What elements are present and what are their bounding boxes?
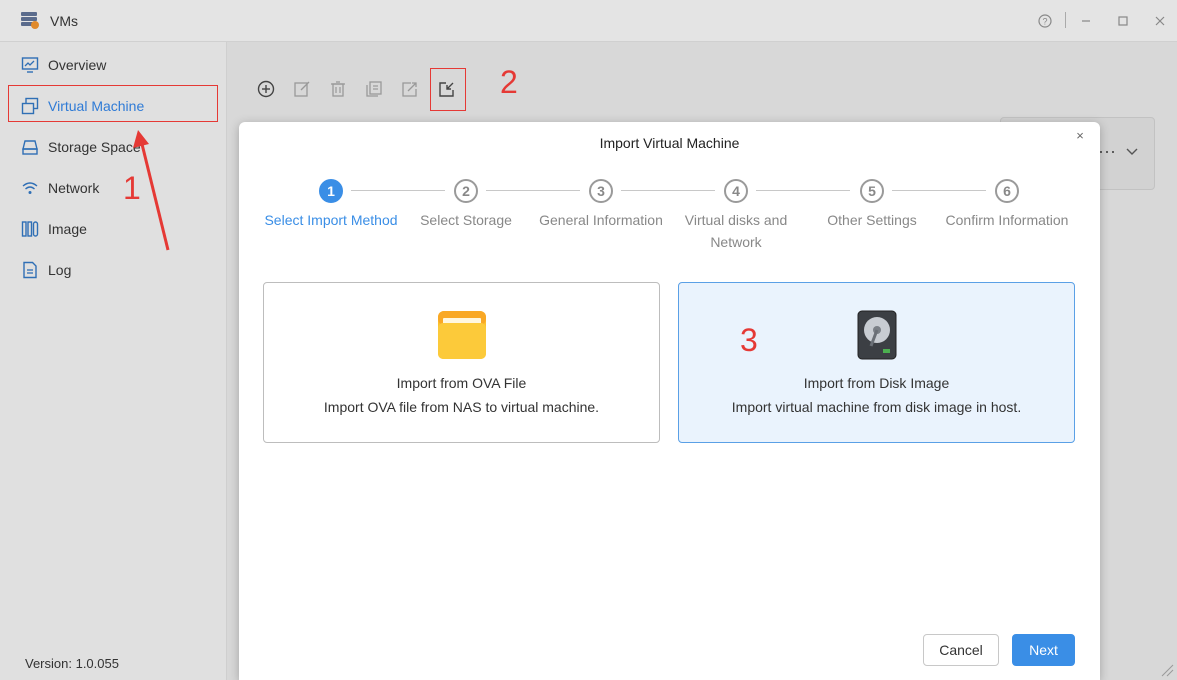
step-6-circle: 6: [995, 179, 1019, 203]
step-6-label: Confirm Information: [945, 212, 1069, 228]
svg-text:?: ?: [1042, 17, 1047, 27]
wifi-icon: [22, 182, 38, 194]
step-connector: [756, 190, 850, 191]
hard-disk-icon: [857, 310, 897, 360]
annotation-arrow: [133, 130, 170, 251]
step-connector: [351, 190, 445, 191]
sidebar-item-label: Overview: [48, 57, 107, 73]
step-connector: [486, 190, 580, 191]
step-4-circle: 4: [724, 179, 748, 203]
maximize-icon[interactable]: [1113, 11, 1133, 31]
import-ova-option[interactable]: Import from OVA File Import OVA file fro…: [263, 282, 660, 443]
option-description: Import virtual machine from disk image i…: [731, 399, 1022, 415]
more-icon[interactable]: ⋯: [1098, 142, 1116, 163]
sidebar-item-network[interactable]: Network: [0, 170, 227, 206]
step-3-label: General Information: [539, 212, 663, 228]
annotation-box-import: [430, 68, 466, 111]
option-title: Import from OVA File: [396, 375, 527, 391]
sidebar-item-image[interactable]: Image: [0, 211, 227, 247]
step-4-label: Virtual disks and Network: [684, 212, 788, 250]
resize-grip-icon[interactable]: [1160, 663, 1174, 677]
option-description: Import OVA file from NAS to virtual mach…: [323, 399, 600, 415]
sidebar-item-log[interactable]: Log: [0, 252, 227, 288]
export-icon[interactable]: [400, 79, 420, 99]
storage-icon: [22, 140, 38, 155]
chevron-down-icon[interactable]: [1126, 146, 1138, 158]
close-window-icon[interactable]: [1150, 11, 1170, 31]
delete-icon[interactable]: [328, 79, 348, 99]
add-vm-icon[interactable]: [256, 79, 276, 99]
title-separator: [1065, 12, 1066, 28]
sidebar-item-storage-space[interactable]: Storage Space: [0, 129, 227, 165]
step-1-circle: 1: [319, 179, 343, 203]
step-connector: [892, 190, 986, 191]
step-1-label: Select Import Method: [264, 212, 398, 228]
version-label: Version: 1.0.055: [25, 656, 119, 671]
folder-icon: [438, 311, 486, 359]
log-icon: [23, 261, 37, 279]
edit-icon[interactable]: [292, 79, 312, 99]
step-5-label: Other Settings: [827, 212, 917, 228]
help-icon[interactable]: ?: [1035, 11, 1055, 31]
sidebar-item-label: Storage Space: [48, 139, 141, 155]
close-icon[interactable]: ×: [1073, 128, 1087, 143]
minimize-icon[interactable]: [1076, 11, 1096, 31]
option-title: Import from Disk Image: [803, 375, 950, 391]
title-bar: VMs ?: [0, 0, 1177, 42]
vms-app-icon: [21, 12, 39, 29]
annotation-box-virtual-machine: [8, 85, 218, 122]
monitor-icon: [21, 57, 39, 73]
next-button[interactable]: Next: [1012, 634, 1075, 666]
step-connector: [621, 190, 715, 191]
step-3-circle: 3: [589, 179, 613, 203]
sidebar-item-overview[interactable]: Overview: [0, 47, 227, 83]
clone-icon[interactable]: [364, 79, 384, 99]
sidebar-item-label: Log: [48, 262, 72, 278]
annotation-number-three: 3: [740, 322, 758, 358]
dialog-title: Import Virtual Machine: [599, 135, 740, 151]
import-vm-dialog: Import Virtual Machine × 1 2 3 4 5 6 Sel…: [239, 122, 1100, 680]
sidebar: Overview Virtual Machine Storage Space N…: [0, 42, 227, 680]
step-2-circle: 2: [454, 179, 478, 203]
import-disk-image-option[interactable]: Import from Disk Image Import virtual ma…: [678, 282, 1075, 443]
sidebar-item-label: Image: [48, 221, 87, 237]
step-5-circle: 5: [860, 179, 884, 203]
cancel-button[interactable]: Cancel: [923, 634, 999, 666]
step-2-label: Select Storage: [420, 212, 512, 228]
window-title: VMs: [50, 13, 78, 29]
sidebar-item-label: Network: [48, 180, 100, 196]
image-stack-icon: [21, 221, 39, 237]
annotation-number-two: 2: [500, 64, 518, 100]
